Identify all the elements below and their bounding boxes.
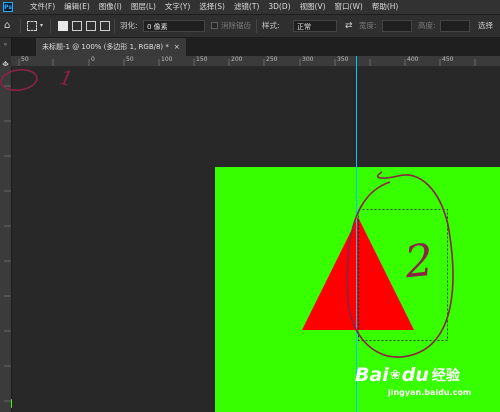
annotation-label-2: 2: [402, 234, 436, 289]
baidu-watermark: Bai ❀ du 经验: [355, 363, 460, 387]
watermark-brand: Bai: [355, 364, 389, 386]
triangle-shape: [302, 217, 414, 330]
watermark-url: jingyan.baidu.com: [388, 388, 472, 397]
watermark-brand-suffix: du: [401, 364, 429, 386]
paw-icon: ❀: [389, 367, 401, 383]
annotation-circle-tool: [0, 68, 38, 92]
watermark-cn: 经验: [431, 368, 460, 384]
canvas-overlay: [0, 56, 454, 412]
